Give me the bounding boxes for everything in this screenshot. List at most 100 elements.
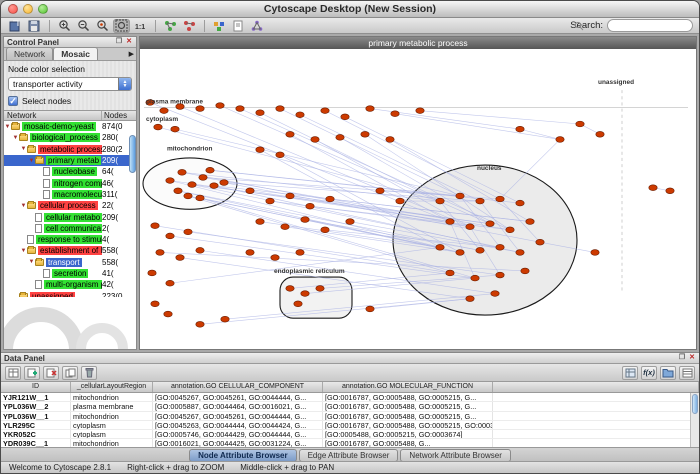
network-node[interactable] bbox=[346, 219, 354, 225]
network-node[interactable] bbox=[294, 301, 302, 307]
network-node[interactable] bbox=[236, 106, 244, 112]
table-row[interactable]: YLR295Ccytoplasm[GO:0045263, GO:0044444,… bbox=[1, 421, 699, 430]
annotation-icon[interactable] bbox=[230, 19, 247, 33]
column-nodes[interactable]: Nodes bbox=[102, 111, 136, 120]
tree-item[interactable]: ▼primary metab209( bbox=[4, 155, 136, 166]
network-node[interactable] bbox=[206, 167, 214, 173]
network-node[interactable] bbox=[151, 223, 159, 229]
vizmapper-icon[interactable] bbox=[211, 19, 228, 33]
column-header[interactable]: ID bbox=[1, 382, 71, 392]
network-node[interactable] bbox=[286, 131, 294, 137]
import-attributes-icon[interactable] bbox=[660, 366, 676, 380]
zoom-selected-icon[interactable] bbox=[94, 19, 111, 33]
expand-arrow-icon[interactable]: ▼ bbox=[28, 259, 35, 265]
network-node[interactable] bbox=[160, 108, 168, 114]
network-node[interactable] bbox=[436, 198, 444, 204]
network-node[interactable] bbox=[321, 108, 329, 114]
network-node[interactable] bbox=[446, 270, 454, 276]
copy-attribute-icon[interactable] bbox=[62, 366, 78, 380]
float-panel-icon[interactable]: ❐ bbox=[115, 38, 123, 46]
tab-mosaic[interactable]: Mosaic bbox=[53, 47, 98, 60]
network-node[interactable] bbox=[256, 147, 264, 153]
network-node[interactable] bbox=[301, 217, 309, 223]
table-row[interactable]: YPL036W__2plasma membrane[GO:0005887, GO… bbox=[1, 402, 699, 411]
network-node[interactable] bbox=[166, 280, 174, 286]
network-node[interactable] bbox=[496, 244, 504, 250]
network-node[interactable] bbox=[256, 219, 264, 225]
create-attribute-icon[interactable] bbox=[24, 366, 40, 380]
network-canvas[interactable]: plasma membranecytoplasmmitochondrionnuc… bbox=[140, 49, 696, 349]
table-row[interactable]: YJR121W__1mitochondrion[GO:0045267, GO:0… bbox=[1, 393, 699, 402]
titlebar[interactable]: Cytoscape Desktop (New Session) bbox=[1, 1, 699, 18]
attribute-table-icon[interactable] bbox=[679, 366, 695, 380]
network-node[interactable] bbox=[591, 250, 599, 256]
expand-arrow-icon[interactable]: ▼ bbox=[20, 248, 27, 254]
network-node[interactable] bbox=[516, 250, 524, 256]
network-node[interactable] bbox=[446, 219, 454, 225]
network-node[interactable] bbox=[176, 255, 184, 261]
network-node[interactable] bbox=[154, 124, 162, 130]
select-attributes-icon[interactable] bbox=[5, 366, 21, 380]
network-node[interactable] bbox=[306, 203, 314, 209]
network-node[interactable] bbox=[491, 291, 499, 297]
network-node[interactable] bbox=[266, 198, 274, 204]
network-node[interactable] bbox=[376, 188, 384, 194]
layout-icon[interactable] bbox=[249, 19, 266, 33]
tree-scrollbar-thumb[interactable] bbox=[129, 135, 136, 173]
network-node[interactable] bbox=[326, 196, 334, 202]
tree-item[interactable]: response to stimul4( bbox=[4, 234, 136, 245]
zoom-in-icon[interactable] bbox=[56, 19, 73, 33]
network-node[interactable] bbox=[316, 286, 324, 292]
zoom-fit-icon[interactable] bbox=[113, 19, 130, 33]
network-node[interactable] bbox=[436, 244, 444, 250]
network-node[interactable] bbox=[178, 169, 186, 175]
network-node[interactable] bbox=[666, 188, 674, 194]
network-node[interactable] bbox=[281, 224, 289, 230]
network-node[interactable] bbox=[521, 268, 529, 274]
network-node[interactable] bbox=[456, 250, 464, 256]
tree-item[interactable]: ▼cellular process22( bbox=[4, 200, 136, 211]
expand-arrow-icon[interactable]: ▼ bbox=[20, 203, 27, 209]
node-color-dropdown[interactable]: transporter activity ▲▼ bbox=[8, 77, 132, 91]
network-node[interactable] bbox=[276, 152, 284, 158]
tree-item[interactable]: ▼establishment of l558( bbox=[4, 245, 136, 256]
network-node[interactable] bbox=[471, 275, 479, 281]
network-node[interactable] bbox=[196, 195, 204, 201]
network-node[interactable] bbox=[596, 131, 604, 137]
delete-attribute-icon[interactable] bbox=[43, 366, 59, 380]
network-node[interactable] bbox=[171, 126, 179, 132]
save-session-icon[interactable] bbox=[26, 19, 43, 33]
network-node[interactable] bbox=[476, 198, 484, 204]
tree-item[interactable]: ▼mosaic-demo-yeast874(0 bbox=[4, 121, 136, 132]
expand-arrow-icon[interactable]: ▼ bbox=[20, 146, 27, 152]
network-node[interactable] bbox=[576, 121, 584, 127]
network-node[interactable] bbox=[341, 114, 349, 120]
network-node[interactable] bbox=[184, 193, 192, 199]
network-edge[interactable] bbox=[420, 111, 580, 124]
network-node[interactable] bbox=[199, 175, 207, 181]
select-nodes-checkbox[interactable]: ✓ bbox=[8, 96, 18, 106]
expand-arrow-icon[interactable]: ▼ bbox=[12, 135, 19, 141]
network-node[interactable] bbox=[296, 112, 304, 118]
network-node[interactable] bbox=[196, 106, 204, 112]
network-node[interactable] bbox=[156, 250, 164, 256]
network-edge[interactable] bbox=[290, 134, 450, 221]
network-node[interactable] bbox=[486, 221, 494, 227]
network-node[interactable] bbox=[556, 137, 564, 143]
network-node[interactable] bbox=[184, 229, 192, 235]
network-node[interactable] bbox=[301, 291, 309, 297]
column-header[interactable]: _cellularLayoutRegion bbox=[71, 382, 153, 392]
network-node[interactable] bbox=[164, 311, 172, 317]
network-node[interactable] bbox=[506, 227, 514, 233]
network-node[interactable] bbox=[196, 321, 204, 327]
table-row[interactable]: YKR052Ccytoplasm[GO:0005746, GO:0044429,… bbox=[1, 430, 699, 439]
network-node[interactable] bbox=[456, 193, 464, 199]
matrix-icon[interactable] bbox=[622, 366, 638, 380]
tree-item[interactable]: ▼biological_process280( bbox=[4, 132, 136, 143]
tree-item[interactable]: cell communica2( bbox=[4, 223, 136, 234]
table-row[interactable]: YPL036W__1mitochondrion[GO:0045267, GO:0… bbox=[1, 412, 699, 421]
network-node[interactable] bbox=[276, 106, 284, 112]
network-node[interactable] bbox=[386, 137, 394, 143]
network-node[interactable] bbox=[311, 137, 319, 143]
column-header[interactable]: annotation.GO MOLECULAR_FUNCTION bbox=[323, 382, 493, 392]
